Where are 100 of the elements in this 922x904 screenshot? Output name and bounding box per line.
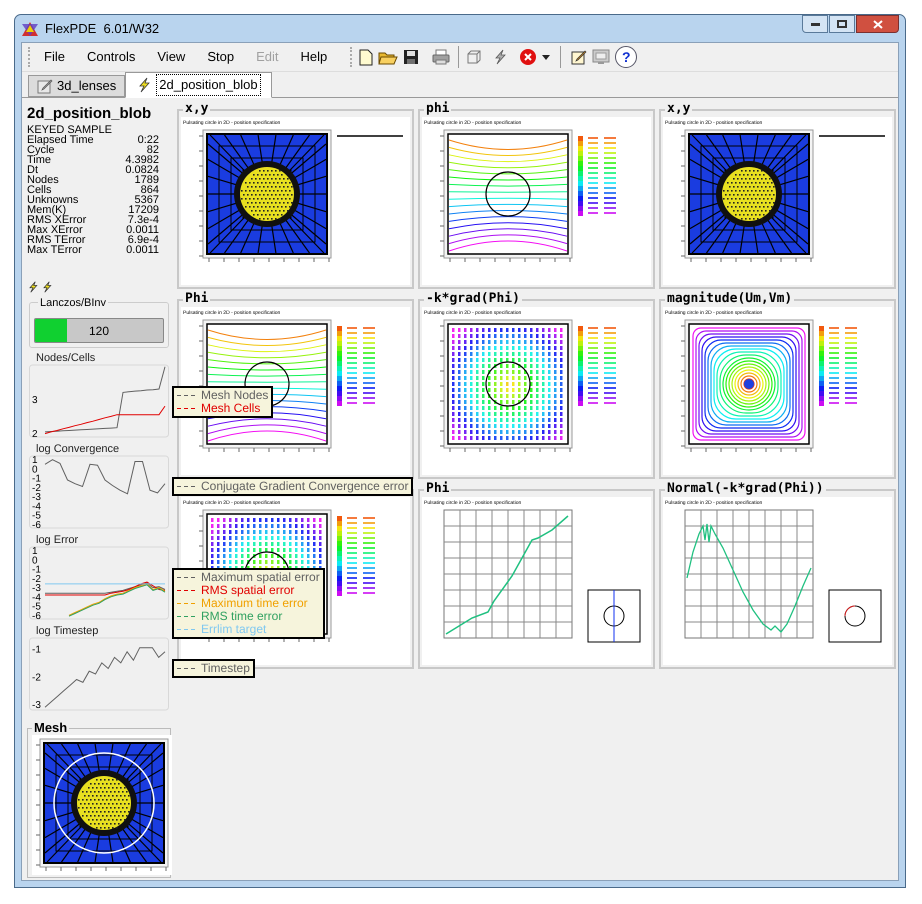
close-icon xyxy=(872,20,882,28)
cube-icon[interactable] xyxy=(467,50,482,64)
tick-label: -5 xyxy=(32,602,41,613)
tick-label: 0 xyxy=(32,464,38,476)
legend-label: Maximum spatial error xyxy=(201,571,320,584)
stat-label: Unknowns xyxy=(27,195,78,205)
legend-swatch xyxy=(177,394,197,397)
menu-item[interactable]: Help xyxy=(289,47,338,67)
chart-title: log Timestep xyxy=(35,625,100,637)
legend-swatch xyxy=(177,407,197,410)
plot-title: magnitude(Um,Vm) xyxy=(665,291,794,306)
stat-label: Nodes xyxy=(27,175,59,185)
legend-swatch xyxy=(177,602,197,605)
tick-label: -3 xyxy=(32,583,41,594)
stat-value: 0.0011 xyxy=(126,225,159,235)
legend-swatch xyxy=(177,628,197,631)
stat-label: RMS TError xyxy=(27,235,86,245)
legend-line xyxy=(337,135,403,137)
legend-label: Mesh Cells xyxy=(201,402,260,415)
circle-outline xyxy=(485,361,531,407)
tick-label: -2 xyxy=(32,574,41,585)
run-subtitle: KEYED SAMPLE xyxy=(26,125,113,135)
maximize-button[interactable] xyxy=(829,15,855,33)
lightning-icon xyxy=(27,281,39,293)
tab[interactable]: 3d_lenses xyxy=(28,75,126,97)
stat-value: 17209 xyxy=(128,205,159,215)
stat-value: 6.9e-4 xyxy=(128,235,159,245)
run-title: 2d_position_blob xyxy=(26,105,152,123)
tick-label: -1 xyxy=(32,474,41,485)
tick-label: 3 xyxy=(32,394,38,406)
tick-label: -3 xyxy=(32,700,41,711)
minimize-button[interactable] xyxy=(802,15,828,33)
legend-swatch xyxy=(177,615,197,618)
monitor-icon[interactable] xyxy=(592,49,610,65)
tick-label: -6 xyxy=(32,520,41,531)
tick-label: 0 xyxy=(32,555,38,566)
stat-value: 0:22 xyxy=(138,135,159,145)
legend-label: Conjugate Gradient Convergence error xyxy=(201,480,408,493)
legend-swatch xyxy=(177,485,197,488)
stat-value: 1789 xyxy=(134,175,159,185)
legend-label: RMS time error xyxy=(201,610,282,623)
stat-value: 7.3e-4 xyxy=(128,215,159,225)
stat-label: Elapsed Time xyxy=(27,135,94,145)
menu-item[interactable]: Controls xyxy=(76,47,146,67)
minimize-icon xyxy=(810,22,820,26)
save-icon[interactable] xyxy=(403,49,420,65)
lightning-icon xyxy=(136,77,152,93)
stop-icon[interactable] xyxy=(519,48,538,66)
maximize-icon xyxy=(837,20,847,28)
help-button[interactable]: ? xyxy=(615,46,638,68)
edit-icon[interactable] xyxy=(571,49,588,65)
stat-label: RMS XError xyxy=(27,215,86,225)
chart-title: Nodes/Cells xyxy=(35,352,96,364)
plot-title: phi xyxy=(424,101,452,116)
tick-label: 2 xyxy=(32,429,38,440)
tick-label: -2 xyxy=(32,672,41,684)
legend-label: Errlim target xyxy=(201,623,266,636)
tab[interactable]: 2d_position_blob xyxy=(125,72,272,98)
stat-label: Time xyxy=(27,155,52,165)
inset-diagram xyxy=(588,590,640,642)
stat-label: Max TError xyxy=(27,245,82,255)
menu-item[interactable]: View xyxy=(146,47,196,67)
legend-swatch xyxy=(177,576,197,579)
lightning-icon[interactable] xyxy=(492,49,508,65)
edit-icon xyxy=(37,78,53,94)
tick-label: -2 xyxy=(32,482,41,494)
legend-swatch xyxy=(177,667,197,670)
progress-value: 120 xyxy=(88,322,110,340)
tick-label: -1 xyxy=(32,644,41,656)
menu-item[interactable]: Stop xyxy=(196,47,246,67)
menu-item[interactable]: File xyxy=(33,47,76,67)
window-title: FlexPDE 6.01/W32 xyxy=(45,20,160,38)
inset-diagram xyxy=(828,590,882,642)
caret-icon[interactable] xyxy=(542,54,550,60)
stat-value: 0.0824 xyxy=(125,165,159,175)
circle-outline xyxy=(485,171,531,217)
chart-title: log Error xyxy=(35,534,80,546)
stat-label: Max XError xyxy=(27,225,83,235)
stat-value: 82 xyxy=(146,145,159,155)
legend-line xyxy=(819,135,885,137)
legend-label: Maximum time error xyxy=(201,597,308,610)
new-file-icon[interactable] xyxy=(359,48,374,66)
stat-label: Cycle xyxy=(27,145,55,155)
plot-title: Normal(-k*grad(Phi)) xyxy=(665,481,826,496)
legend-label: RMS spatial error xyxy=(201,584,294,597)
lightning-icon xyxy=(41,281,53,293)
tick-label: -1 xyxy=(32,564,41,576)
stat-label: Cells xyxy=(27,185,52,195)
printer-icon[interactable] xyxy=(432,49,450,65)
chart-title: log Convergence xyxy=(35,443,120,455)
plot-title: -k*grad(Phi) xyxy=(424,291,522,306)
legend-label: Timestep xyxy=(201,662,250,675)
stat-value: 4.3982 xyxy=(125,155,159,165)
stat-label: Mem(K) xyxy=(27,205,66,215)
tick-label: -4 xyxy=(32,501,41,512)
tick-label: -4 xyxy=(32,592,41,604)
close-button[interactable] xyxy=(856,15,899,33)
tick-label: 1 xyxy=(32,455,38,466)
stat-value: 5367 xyxy=(134,195,159,205)
stat-label: Dt xyxy=(27,165,38,175)
